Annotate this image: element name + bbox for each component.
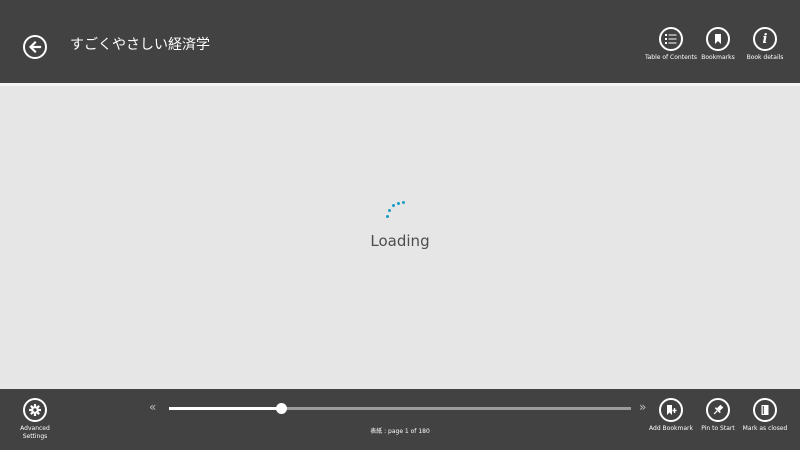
mark-as-closed-button[interactable]: Mark as closed <box>736 398 794 433</box>
loading-spinner-icon <box>383 198 407 222</box>
bottom-app-bar: Advanced Settings « » 表紙 : page 1 of 180… <box>0 389 800 450</box>
advanced-settings-label: Advanced Settings <box>20 425 50 440</box>
info-icon: i <box>753 27 777 51</box>
previous-chevron-icon[interactable]: « <box>149 399 156 415</box>
page-slider-fill <box>169 407 281 410</box>
top-app-bar: すごくやさしい経済学 Table of Contents Bookmarks i… <box>0 0 800 86</box>
page-slider-thumb[interactable] <box>275 403 287 414</box>
loading-text: Loading <box>370 232 430 250</box>
table-of-contents-button[interactable]: Table of Contents <box>644 27 698 61</box>
page-info: 表紙 : page 1 of 180 <box>370 428 430 435</box>
add-bookmark-icon <box>659 398 683 422</box>
book-details-label: Book details <box>746 54 784 61</box>
list-icon <box>659 27 683 51</box>
book-details-button[interactable]: i Book details <box>738 27 792 61</box>
back-button[interactable] <box>23 35 47 59</box>
pin-icon <box>706 398 730 422</box>
bookmarks-button[interactable]: Bookmarks <box>691 27 745 61</box>
arrow-left-icon <box>28 40 42 54</box>
book-title: すごくやさしい経済学 <box>70 37 210 53</box>
page-slider[interactable] <box>169 403 631 414</box>
advanced-settings-button[interactable]: Advanced Settings <box>8 398 62 441</box>
mark-as-closed-label: Mark as closed <box>742 425 788 432</box>
book-icon <box>753 398 777 422</box>
bookmark-icon <box>706 27 730 51</box>
bookmarks-label: Bookmarks <box>701 54 735 61</box>
gear-icon <box>23 398 47 422</box>
table-of-contents-label: Table of Contents <box>644 54 698 61</box>
